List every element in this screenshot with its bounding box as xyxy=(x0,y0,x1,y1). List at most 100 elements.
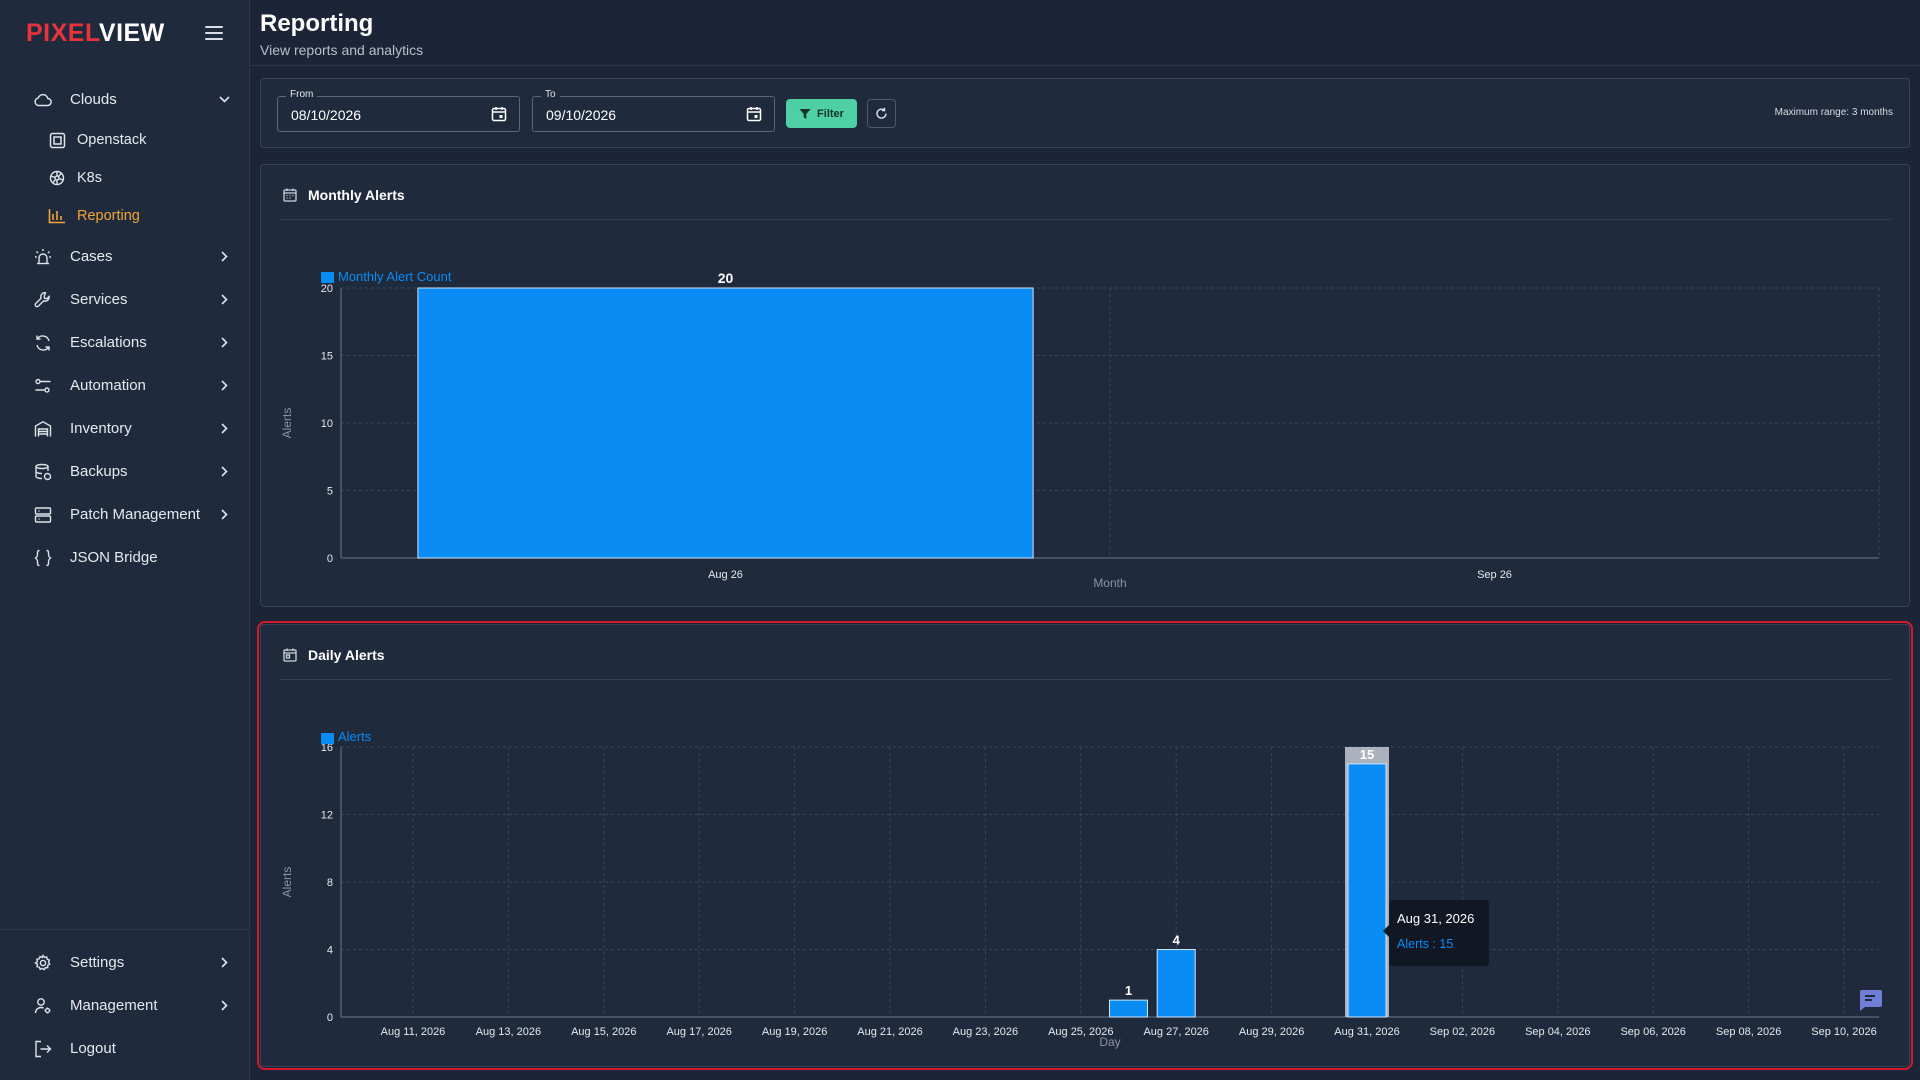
y-tick-label: 0 xyxy=(327,1012,333,1024)
sidebar-item-label: Escalations xyxy=(70,334,147,351)
page-header: Reporting View reports and analytics xyxy=(260,10,423,58)
kubernetes-icon xyxy=(48,169,66,187)
legend-label: Alerts xyxy=(338,729,372,744)
sidebar-item-json-bridge[interactable]: JSON Bridge xyxy=(0,536,250,579)
x-tick-label: Aug 11, 2026 xyxy=(381,1026,446,1038)
data-label: 1 xyxy=(1125,983,1132,998)
data-label: 15 xyxy=(1360,747,1374,762)
daily-alerts-card: Daily Alerts 0 4 8 12 16 Aug 11, 2026 Aug 13, … xyxy=(260,624,1910,1067)
sidebar-item-label: Management xyxy=(70,997,158,1014)
sidebar-item-logout[interactable]: Logout xyxy=(0,1027,250,1070)
x-tick-label: Aug 15, 2026 xyxy=(571,1026,636,1038)
sidebar-item-label: Automation xyxy=(70,377,146,394)
x-axis-title: Day xyxy=(1099,1035,1120,1049)
sidebar-subitem-k8s[interactable]: K8s xyxy=(0,159,250,197)
cloud-icon xyxy=(34,91,52,109)
server-icon xyxy=(34,506,52,524)
data-label: 4 xyxy=(1173,933,1181,948)
header-divider xyxy=(250,65,1920,66)
sidebar-item-label: Backups xyxy=(70,463,128,480)
to-date-value[interactable]: 09/10/2026 xyxy=(546,107,616,123)
to-date-label: To xyxy=(541,89,560,100)
database-icon xyxy=(34,463,52,481)
sidebar-item-automation[interactable]: Automation xyxy=(0,364,250,407)
menu-toggle-icon[interactable] xyxy=(205,26,223,40)
refresh-icon xyxy=(876,107,887,119)
x-tick-label: Aug 17, 2026 xyxy=(666,1026,731,1038)
y-tick-label: 0 xyxy=(327,553,333,565)
sidebar-item-patch-management[interactable]: Patch Management xyxy=(0,493,250,536)
bar xyxy=(1109,999,1148,1018)
openstack-icon xyxy=(48,131,66,149)
sidebar-item-label: Inventory xyxy=(70,420,132,437)
chevron-right-icon xyxy=(218,509,230,521)
sidebar-item-inventory[interactable]: Inventory xyxy=(0,407,250,450)
logo[interactable]: PIXELVIEW xyxy=(26,19,165,48)
chevron-right-icon xyxy=(218,1000,230,1012)
sidebar-subitem-reporting[interactable]: Reporting xyxy=(0,197,250,235)
sidebar-item-label: Patch Management xyxy=(70,506,201,523)
sidebar-item-escalations[interactable]: Escalations xyxy=(0,321,250,364)
legend-label: Monthly Alert Count xyxy=(338,269,452,284)
sidebar-item-management[interactable]: Management xyxy=(0,984,250,1027)
x-axis-title: Month xyxy=(1093,576,1126,590)
chevron-right-icon xyxy=(218,251,230,263)
y-tick-label: 15 xyxy=(321,351,333,363)
chevron-right-icon xyxy=(218,337,230,349)
alarm-icon xyxy=(34,248,52,266)
sidebar-item-label: Cases xyxy=(70,248,113,265)
sidebar-subitem-label: K8s xyxy=(77,170,102,186)
logo-pixel: PIXEL xyxy=(26,18,99,47)
sidebar-item-services[interactable]: Services xyxy=(0,278,250,321)
wrench-icon xyxy=(34,291,52,309)
x-tick-label: Aug 23, 2026 xyxy=(953,1026,1018,1038)
chevron-right-icon xyxy=(218,294,230,306)
sidebar-nav: Clouds Openstack K8s Reporting Cases Ser… xyxy=(0,78,250,579)
logo-row: PIXELVIEW xyxy=(0,0,249,66)
legend-swatch xyxy=(321,733,334,744)
sidebar-subitem-label: Openstack xyxy=(77,132,147,148)
reset-button[interactable] xyxy=(867,99,896,128)
max-range-note: Maximum range: 3 months xyxy=(1774,107,1893,118)
sliders-icon xyxy=(34,377,52,395)
to-date-field[interactable]: To 09/10/2026 xyxy=(532,89,775,132)
legend-swatch xyxy=(321,272,334,283)
calendar-icon[interactable] xyxy=(746,106,762,122)
sidebar-divider xyxy=(0,929,249,930)
x-tick-label: Sep 04, 2026 xyxy=(1525,1026,1590,1038)
bar-chart-icon xyxy=(48,207,66,225)
y-tick-label: 10 xyxy=(321,418,333,430)
sidebar-item-label: JSON Bridge xyxy=(70,549,158,566)
sidebar-item-cases[interactable]: Cases xyxy=(0,235,250,278)
from-date-value[interactable]: 08/10/2026 xyxy=(291,107,361,123)
x-tick-label: Sep 06, 2026 xyxy=(1620,1026,1685,1038)
sidebar-item-clouds[interactable]: Clouds xyxy=(0,78,250,121)
sidebar-item-label: Services xyxy=(70,291,128,308)
tooltip-box xyxy=(1389,900,1489,966)
gear-icon xyxy=(34,953,52,972)
x-tick-label: Sep 10, 2026 xyxy=(1811,1026,1876,1038)
sidebar-bottom-nav: Settings Management Logout xyxy=(0,941,250,1070)
x-tick-label: Aug 31, 2026 xyxy=(1334,1026,1399,1038)
logo-view: VIEW xyxy=(98,18,165,47)
sidebar-item-backups[interactable]: Backups xyxy=(0,450,250,493)
refresh-icon xyxy=(34,334,52,352)
daily-alerts-chart: 0481216Aug 11, 2026 Aug 13, 2026 Aug 15, 2… xyxy=(280,729,1879,1049)
from-date-field[interactable]: From 08/10/2026 xyxy=(277,89,520,132)
chat-widget-button[interactable] xyxy=(1853,985,1887,1015)
filter-button[interactable]: Filter xyxy=(786,99,857,128)
x-tick-label: Aug 21, 2026 xyxy=(857,1026,922,1038)
funnel-icon xyxy=(799,108,811,119)
page-title: Reporting xyxy=(260,10,374,37)
x-tick-label: Sep 02, 2026 xyxy=(1430,1026,1495,1038)
x-tick-label: Sep 08, 2026 xyxy=(1716,1026,1781,1038)
main-content: Reporting View reports and analytics Fro… xyxy=(250,0,1920,1080)
x-tick-label: Aug 19, 2026 xyxy=(762,1026,827,1038)
sidebar-subitem-openstack[interactable]: Openstack xyxy=(0,121,250,159)
sidebar-item-settings[interactable]: Settings xyxy=(0,941,250,984)
bar xyxy=(1347,763,1387,1018)
sidebar-item-label: Clouds xyxy=(70,91,117,108)
sidebar-item-label: Settings xyxy=(70,954,125,971)
calendar-icon[interactable] xyxy=(491,106,507,122)
y-tick-label: 8 xyxy=(327,877,333,889)
